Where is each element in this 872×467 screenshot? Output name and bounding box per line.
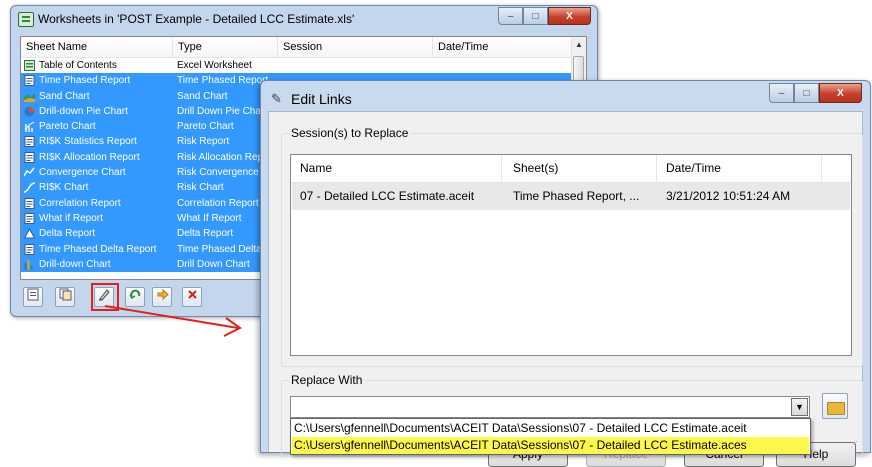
sessions-list-header: Name Sheet(s) Date/Time (291, 155, 851, 183)
combo-dropdown-button[interactable]: ▼ (791, 398, 808, 416)
dropdown-option-aceit[interactable]: C:\Users\gfennell\Documents\ACEIT Data\S… (292, 420, 809, 437)
session-name: 07 - Detailed LCC Estimate.aceit (300, 189, 475, 203)
resize-grip-icon[interactable]: ⋰ (850, 440, 860, 450)
dialog-close-button[interactable]: X (819, 83, 862, 103)
maximize-icon: □ (803, 87, 810, 99)
sessions-list[interactable]: Name Sheet(s) Date/Time 07 - Detailed LC… (290, 154, 852, 356)
session-row[interactable]: 07 - Detailed LCC Estimate.aceit Time Ph… (292, 183, 850, 210)
replace-with-combo[interactable]: ▼ (290, 396, 810, 418)
column-header-sheets[interactable]: Sheet(s) (513, 161, 558, 175)
edit-links-title: Edit Links (291, 91, 352, 107)
session-datetime: 3/21/2012 10:51:24 AM (666, 189, 791, 203)
dialog-minimize-button[interactable]: – (769, 83, 794, 103)
edit-links-dialog-icon: ✎ (271, 91, 282, 106)
chevron-down-icon: ▼ (795, 402, 804, 412)
replace-with-dropdown-list: C:\Users\gfennell\Documents\ACEIT Data\S… (290, 418, 811, 455)
minimize-icon: – (778, 87, 785, 99)
column-header-datetime[interactable]: Date/Time (666, 161, 721, 175)
session-sheets: Time Phased Report, ... (513, 189, 640, 203)
replace-group-label: Replace With (289, 373, 365, 387)
column-header-name[interactable]: Name (300, 161, 332, 175)
edit-links-dialog: ✎ Edit Links – □ X Session(s) to Replace… (260, 80, 871, 467)
sessions-group-label: Session(s) to Replace (289, 126, 411, 140)
browse-folder-button[interactable] (822, 393, 848, 419)
dropdown-option-aces[interactable]: C:\Users\gfennell\Documents\ACEIT Data\S… (292, 437, 809, 454)
edit-links-body: Session(s) to Replace Name Sheet(s) Date… (268, 111, 863, 467)
dialog-maximize-button[interactable]: □ (794, 83, 819, 103)
close-icon: X (837, 87, 844, 99)
